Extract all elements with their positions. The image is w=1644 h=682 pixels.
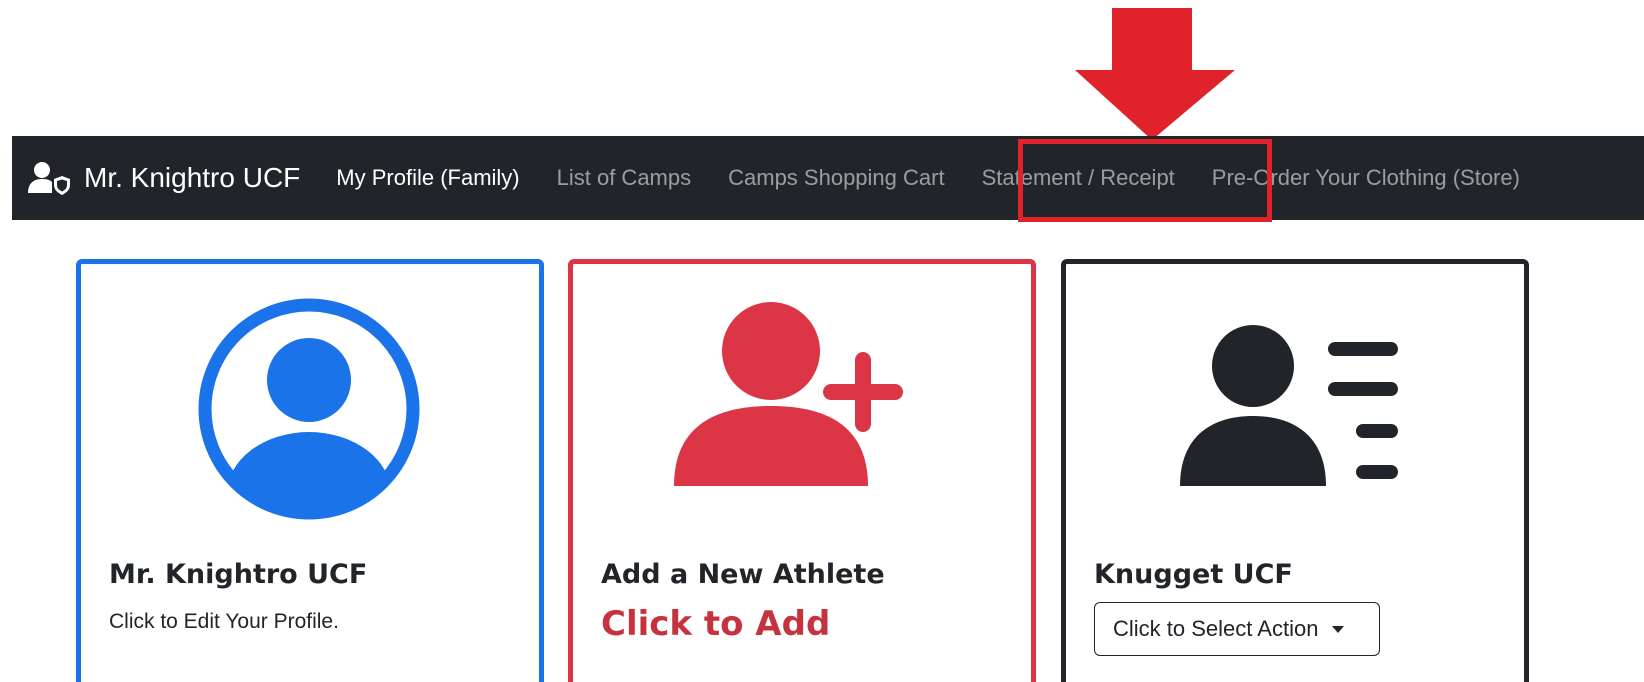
edit-profile-link[interactable]: Click to Edit Your Profile. <box>109 610 339 634</box>
nav-camps-shopping-cart[interactable]: Camps Shopping Cart <box>728 165 944 191</box>
nav-list-of-camps[interactable]: List of Camps <box>557 165 692 191</box>
dropdown-label: Click to Select Action <box>1113 616 1319 641</box>
brand-label: Mr. Knightro UCF <box>84 162 301 193</box>
user-list-icon <box>1180 325 1398 486</box>
user-circle-icon <box>198 298 420 520</box>
down-arrow-icon <box>1075 8 1235 140</box>
nav-statement-receipt[interactable]: Statement / Receipt <box>982 165 1175 191</box>
page: Mr. Knightro UCF My Profile (Family) Lis… <box>0 0 1644 682</box>
nav-pre-order-clothing[interactable]: Pre-Order Your Clothing (Store) <box>1212 165 1520 191</box>
caret-down-icon <box>1332 625 1345 633</box>
add-athlete-title: Add a New Athlete <box>601 559 885 590</box>
user-plus-icon <box>674 302 903 486</box>
top-navbar: Mr. Knightro UCF My Profile (Family) Lis… <box>12 136 1644 220</box>
select-action-dropdown[interactable]: Click to Select Action <box>1094 602 1380 656</box>
click-to-add-link[interactable]: Click to Add <box>601 604 830 644</box>
athlete-card[interactable]: Knugget UCF Click to Select Action <box>1061 259 1529 682</box>
navbar-brand[interactable]: Mr. Knightro UCF <box>28 161 300 195</box>
athlete-card-title: Knugget UCF <box>1094 559 1293 590</box>
nav-my-profile[interactable]: My Profile (Family) <box>336 165 519 191</box>
profile-card-title: Mr. Knightro UCF <box>109 559 368 590</box>
profile-card[interactable]: Mr. Knightro UCF Click to Edit Your Prof… <box>76 259 544 682</box>
user-shield-icon <box>28 162 70 195</box>
add-athlete-card[interactable]: Add a New Athlete Click to Add <box>568 259 1036 682</box>
